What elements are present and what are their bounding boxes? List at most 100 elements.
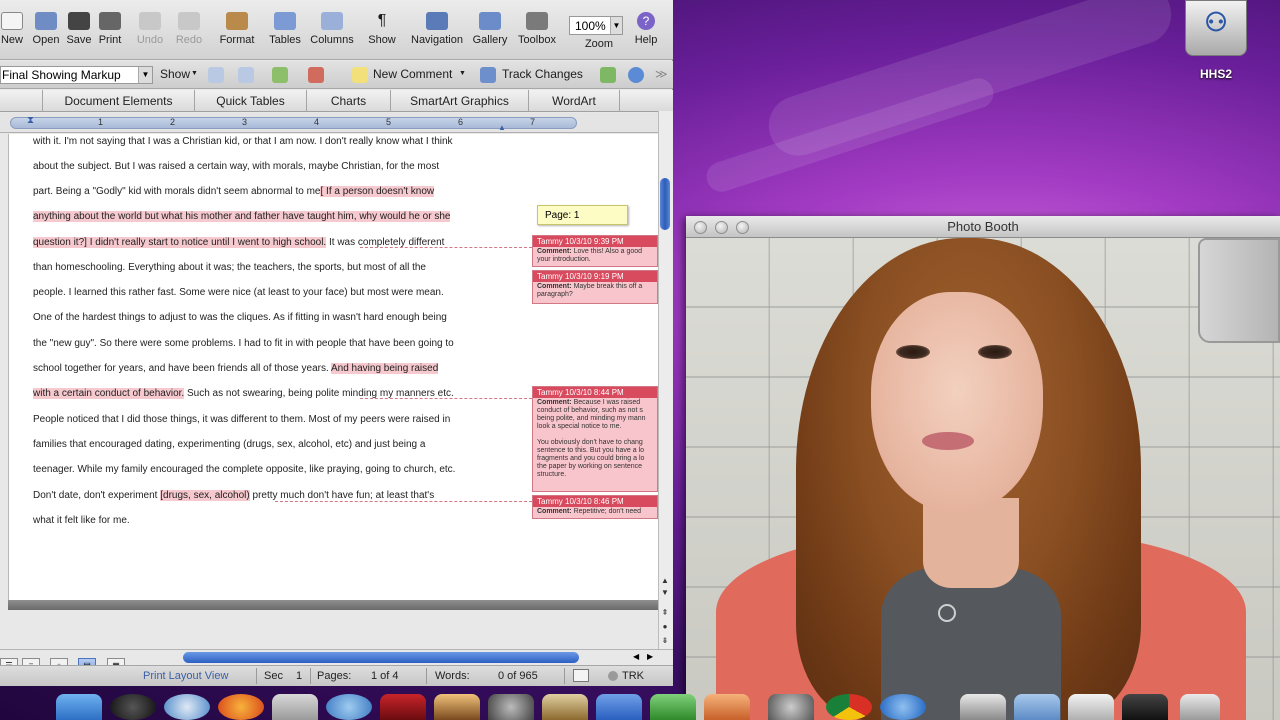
powerpoint-dock-icon[interactable] [704,694,750,720]
document-page[interactable]: with it. I'm not saying that I was a Chr… [8,134,658,600]
proofing-book-icon[interactable] [573,669,589,682]
horizontal-ruler[interactable]: 1 2 3 4 5 6 7 ⧗ ▲ [0,113,673,133]
commented-text[interactable]: And having being raised [330,363,439,374]
track-changes-status-icon [608,671,618,681]
tab-smartart-graphics[interactable]: SmartArt Graphics [390,90,528,112]
excel-dock-icon[interactable] [650,694,696,720]
chrome-icon[interactable] [826,694,872,720]
system-preferences-icon[interactable] [768,694,814,720]
itunes-icon[interactable] [326,694,372,720]
new-comment-button[interactable]: New Comment [373,67,452,81]
photo-booth-dock-icon[interactable] [380,694,426,720]
dashboard-icon[interactable] [110,694,156,720]
columns-icon [321,12,343,30]
markup-mode-select[interactable]: Final Showing Markup ▼ [0,66,153,84]
columns-button[interactable]: Columns [306,4,358,46]
tables-button[interactable]: Tables [264,4,306,46]
document-line: than homeschooling. Everything about it … [33,262,426,273]
iphoto-icon[interactable] [434,694,480,720]
zoom-button[interactable]: Zoom [578,38,620,50]
tab-stop-marker-icon[interactable]: ▲ [498,123,506,132]
reject-change-icon[interactable] [308,67,324,83]
help-button[interactable]: ? Help [630,4,662,46]
scroll-down-arrow-icon[interactable]: ▼ [660,588,670,598]
contacts-icon[interactable] [628,67,644,83]
new-button[interactable]: New [0,4,24,46]
tab-document-elements[interactable]: Document Elements [42,90,194,112]
commented-text[interactable]: ] I didn't really start to notice until … [84,237,327,248]
zoom-window-button[interactable] [736,221,749,234]
document-line: People noticed that I did those things, … [33,414,451,425]
tab-quick-tables[interactable]: Quick Tables [194,90,306,112]
word-dock-icon[interactable] [596,694,642,720]
horizontal-scroll-thumb[interactable] [183,652,579,663]
save-button[interactable]: Save [64,4,94,46]
redo-button[interactable]: Redo [172,4,206,46]
tab-wordart[interactable]: WordArt [528,90,620,112]
commented-text[interactable]: anything about the world but what his mo… [33,211,451,222]
scroll-right-arrow-icon[interactable]: ▶ [647,652,653,661]
previous-page-icon[interactable]: ⇞ [660,608,670,618]
commented-text[interactable]: [drugs, sex, alcohol) [160,490,250,501]
next-change-icon[interactable] [238,67,254,83]
document-line: One of the hardest things to adjust to w… [33,312,447,323]
safari-icon[interactable] [164,694,210,720]
screen-capture-icon[interactable] [1122,694,1168,720]
navigation-button[interactable]: Navigation [406,4,468,46]
minimize-window-button[interactable] [715,221,728,234]
new-comment-icon [352,67,368,83]
browse-object-icon[interactable]: ● [660,622,670,632]
comment-body: Comment: Maybe break this off a paragrap… [537,283,643,298]
document-line: people. I learned this rather fast. Some… [33,287,444,298]
finder-icon[interactable] [56,694,102,720]
indent-marker-icon[interactable]: ⧗ [27,115,34,126]
firefox-icon[interactable] [218,694,264,720]
comment-balloon[interactable]: Tammy 10/3/10 9:39 PM Comment: Love this… [532,235,658,267]
format-button[interactable]: Format [214,4,260,46]
garageband-icon[interactable] [542,694,588,720]
close-window-button[interactable] [694,221,707,234]
section-label: Sec [264,670,283,682]
overflow-chevron-icon[interactable]: ≫ [655,67,668,81]
downloads-stack-icon[interactable] [1068,694,1114,720]
imovie-icon[interactable] [488,694,534,720]
tab-charts[interactable]: Charts [306,90,390,112]
next-page-icon[interactable]: ⇟ [660,636,670,646]
app-store-icon[interactable] [880,694,926,720]
preview-icon[interactable] [960,694,1006,720]
accept-change-icon[interactable] [272,67,288,83]
comment-balloon[interactable]: Tammy 10/3/10 9:19 PM Comment: Maybe bre… [532,270,658,304]
commented-text[interactable]: with a certain conduct of behavior. [33,388,185,399]
mail-icon[interactable] [272,694,318,720]
toolbox-button[interactable]: Toolbox [512,4,562,46]
photo-booth-titlebar[interactable]: Photo Booth [686,216,1280,238]
open-button[interactable]: Open [30,4,62,46]
trash-icon[interactable] [1180,694,1220,720]
documents-folder-icon[interactable] [1014,694,1060,720]
previous-change-icon[interactable] [208,67,224,83]
comment-balloon[interactable]: Tammy 10/3/10 8:44 PM Comment: Because I… [532,386,658,492]
send-mail-icon[interactable] [600,67,616,83]
gallery-button[interactable]: Gallery [470,4,510,46]
scroll-up-arrow-icon[interactable]: ▲ [660,576,670,586]
undo-button[interactable]: Undo [133,4,167,46]
show-button[interactable]: ¶ Show [364,4,400,46]
comment-header: Tammy 10/3/10 8:44 PM [533,387,657,398]
document-line: anything about the world but what his mo… [33,211,451,222]
comment-leader-line [360,247,532,248]
comment-balloon[interactable]: Tammy 10/3/10 8:46 PM Comment: Repetitiv… [532,495,658,519]
print-button[interactable]: Print [95,4,125,46]
commented-text[interactable]: [ If a person doesn't know [320,186,435,197]
comment-leader-line [360,398,532,399]
commented-text[interactable]: question it? [33,237,85,248]
show-menu[interactable]: Show [160,67,190,81]
track-changes-button[interactable]: Track Changes [502,67,583,81]
drive-label[interactable]: HHS2 [1186,67,1246,81]
zoom-field[interactable]: 100% ▼ [569,16,623,35]
network-drive-icon[interactable]: ⚇ [1185,0,1247,56]
wall-fixture [1198,238,1280,343]
table-icon [274,12,296,30]
vertical-scroll-thumb[interactable] [660,178,670,230]
scroll-left-arrow-icon[interactable]: ◀ [633,652,639,661]
trk-indicator[interactable]: TRK [622,670,644,682]
